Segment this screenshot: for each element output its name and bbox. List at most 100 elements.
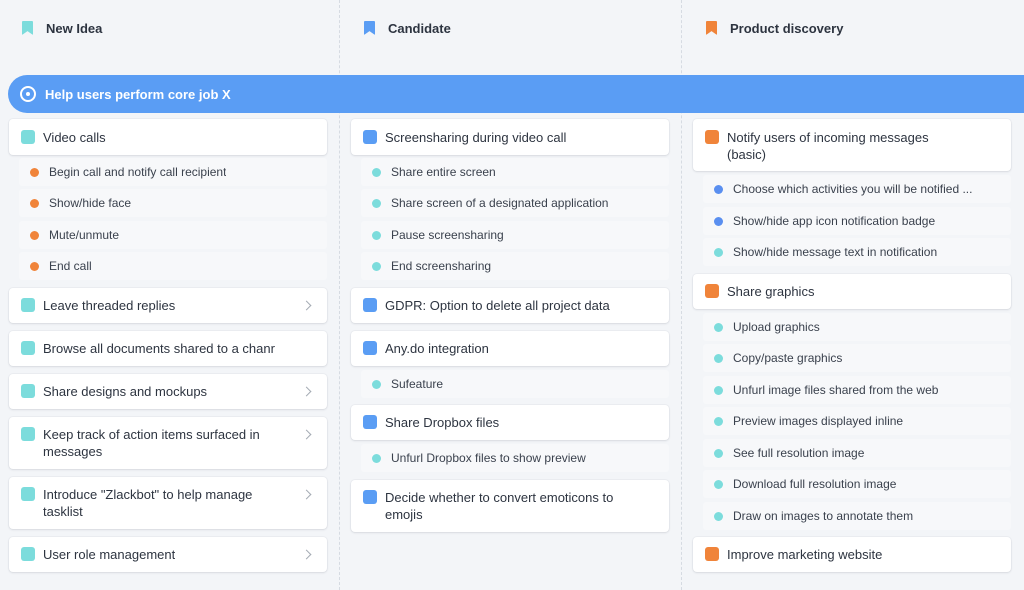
card-video-calls[interactable]: Video calls	[9, 119, 327, 155]
subitem-label: End screensharing	[391, 259, 492, 273]
card-emoticons[interactable]: Decide whether to convert emoticons to e…	[351, 480, 669, 532]
orange-square-icon	[705, 547, 719, 561]
blue-square-icon	[363, 341, 377, 355]
chevron-right-icon[interactable]	[301, 300, 312, 311]
card-notify-users[interactable]: Notify users of incoming messages (basic…	[693, 119, 1011, 171]
subitem-label: Preview images displayed inline	[733, 414, 904, 428]
card-zlackbot[interactable]: Introduce "Zlackbot" to help manage task…	[9, 477, 327, 529]
bookmark-blue-icon	[364, 21, 375, 35]
card-improve-marketing[interactable]: Improve marketing website	[693, 537, 1011, 572]
blue-square-icon	[363, 298, 377, 312]
teal-dot-icon	[372, 198, 381, 208]
teal-dot-icon	[714, 416, 723, 426]
card-share-graphics[interactable]: Share graphics	[693, 274, 1011, 309]
subitem[interactable]: Share entire screen	[361, 158, 669, 186]
goal-bar[interactable]: Help users perform core job X	[8, 75, 1024, 113]
subitem[interactable]: Upload graphics	[703, 313, 1011, 341]
subitem-label: Pause screensharing	[391, 228, 504, 242]
teal-dot-icon	[714, 385, 723, 395]
card-leave-threaded-replies[interactable]: Leave threaded replies	[9, 288, 327, 323]
column-title: New Idea	[46, 20, 103, 36]
teal-dot-icon	[714, 322, 723, 332]
teal-dot-icon	[714, 448, 723, 458]
subitem[interactable]: See full resolution image	[703, 439, 1011, 467]
subitem[interactable]: Unfurl Dropbox files to show preview	[361, 444, 669, 472]
column-header-product-discovery[interactable]: Product discovery	[706, 18, 843, 38]
subitem-label: Share screen of a designated application	[391, 196, 609, 210]
subitem-label: Share entire screen	[391, 165, 496, 179]
subitem[interactable]: Begin call and notify call recipient	[19, 158, 327, 186]
card-label: Share graphics	[727, 284, 815, 299]
orange-dot-icon	[30, 261, 39, 271]
teal-dot-icon	[714, 479, 723, 489]
teal-square-icon	[21, 427, 35, 441]
blue-dot-icon	[714, 216, 723, 226]
card-anydo-integration[interactable]: Any.do integration	[351, 331, 669, 366]
subitem-label: Show/hide face	[49, 196, 132, 210]
subitem[interactable]: End screensharing	[361, 252, 669, 280]
subitem[interactable]: Draw on images to annotate them	[703, 502, 1011, 530]
subitem[interactable]: Pause screensharing	[361, 221, 669, 249]
column-header-candidate[interactable]: Candidate	[364, 18, 451, 38]
card-label: GDPR: Option to delete all project data	[385, 298, 610, 313]
subitem-label: Show/hide message text in notification	[733, 245, 938, 259]
chevron-right-icon[interactable]	[301, 549, 312, 560]
blue-dot-icon	[714, 184, 723, 194]
subitem-label: Mute/unmute	[49, 228, 120, 242]
orange-square-icon	[705, 284, 719, 298]
subitem[interactable]: Download full resolution image	[703, 470, 1011, 498]
column-header-new-idea[interactable]: New Idea	[22, 18, 102, 38]
subitem[interactable]: End call	[19, 252, 327, 280]
card-label: Notify users of incoming messages (basic…	[727, 130, 929, 162]
card-browse-documents[interactable]: Browse all documents shared to a chanr	[9, 331, 327, 366]
teal-dot-icon	[372, 261, 381, 271]
card-label: User role management	[43, 547, 176, 562]
chevron-right-icon[interactable]	[301, 489, 312, 500]
subitem-label: Choose which activities you will be noti…	[733, 182, 973, 196]
subitem[interactable]: Show/hide message text in notification	[703, 238, 1011, 266]
card-label: Keep track of action items surfaced in m…	[43, 427, 260, 459]
card-label: Introduce "Zlackbot" to help manage task…	[43, 487, 253, 519]
subitem[interactable]: Show/hide app icon notification badge	[703, 207, 1011, 235]
subitem[interactable]: Unfurl image files shared from the web	[703, 376, 1011, 404]
subitem[interactable]: Mute/unmute	[19, 221, 327, 249]
subitem[interactable]: Copy/paste graphics	[703, 344, 1011, 372]
card-label: Screensharing during video call	[385, 130, 567, 145]
card-share-dropbox[interactable]: Share Dropbox files	[351, 405, 669, 440]
card-label: Share designs and mockups	[43, 384, 208, 399]
teal-dot-icon	[372, 379, 381, 389]
subitem-label: Copy/paste graphics	[733, 351, 843, 365]
card-label: Video calls	[43, 130, 106, 145]
chevron-right-icon[interactable]	[301, 429, 312, 440]
subitem-label: Sufeature	[391, 377, 444, 391]
subitem[interactable]: Show/hide face	[19, 189, 327, 217]
subitem[interactable]: Sufeature	[361, 370, 669, 398]
subitem[interactable]: Choose which activities you will be noti…	[703, 175, 1011, 203]
card-share-designs[interactable]: Share designs and mockups	[9, 374, 327, 409]
subitem-label: Upload graphics	[733, 320, 820, 334]
subitem[interactable]: Preview images displayed inline	[703, 407, 1011, 435]
subitem-label: Begin call and notify call recipient	[49, 165, 227, 179]
card-screensharing[interactable]: Screensharing during video call	[351, 119, 669, 155]
teal-square-icon	[21, 298, 35, 312]
subitem[interactable]: Share screen of a designated application	[361, 189, 669, 217]
card-keep-track[interactable]: Keep track of action items surfaced in m…	[9, 417, 327, 469]
blue-square-icon	[363, 490, 377, 504]
teal-dot-icon	[714, 511, 723, 521]
subitem-label: Show/hide app icon notification badge	[733, 214, 936, 228]
subitem-label: See full resolution image	[733, 446, 865, 460]
subitem-label: Unfurl image files shared from the web	[733, 383, 939, 397]
subitem-label: Draw on images to annotate them	[733, 509, 914, 523]
card-user-role-management[interactable]: User role management	[9, 537, 327, 572]
card-label: Decide whether to convert emoticons to e…	[385, 490, 614, 522]
bookmark-teal-icon	[22, 21, 33, 35]
card-label: Share Dropbox files	[385, 415, 500, 430]
blue-square-icon	[363, 130, 377, 144]
chevron-right-icon[interactable]	[301, 386, 312, 397]
goal-label: Help users perform core job X	[45, 86, 231, 102]
card-label: Browse all documents shared to a chanr	[43, 341, 275, 356]
teal-square-icon	[21, 130, 35, 144]
teal-dot-icon	[714, 353, 723, 363]
card-gdpr[interactable]: GDPR: Option to delete all project data	[351, 288, 669, 323]
card-label: Leave threaded replies	[43, 298, 176, 313]
